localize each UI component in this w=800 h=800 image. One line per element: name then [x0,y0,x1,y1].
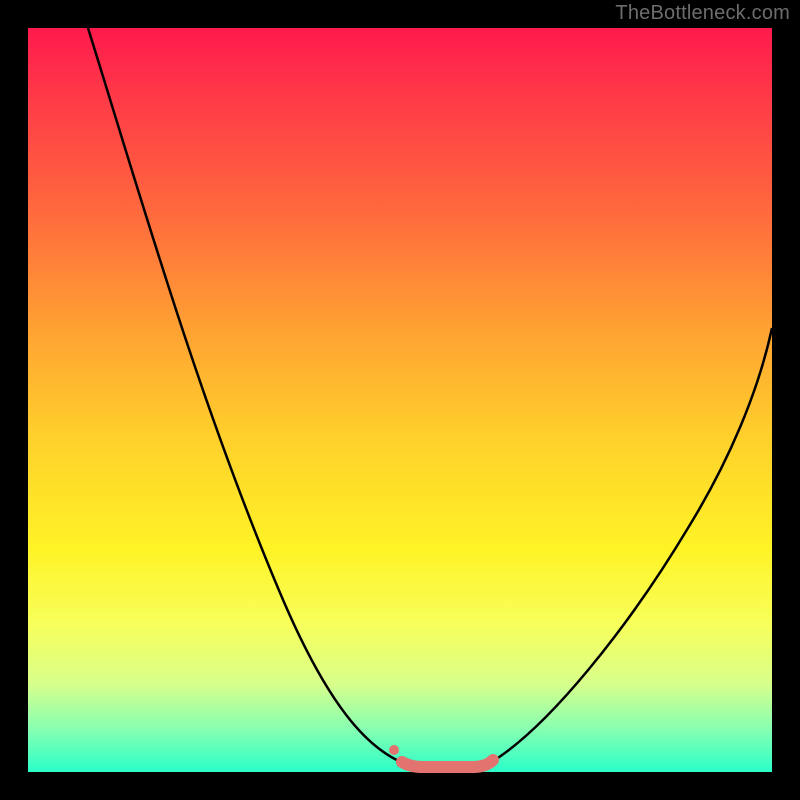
marker-small-dot [389,745,399,755]
bottom-segment [402,760,493,767]
chart-plot-area [28,28,772,772]
left-curve [88,28,403,763]
chart-frame: TheBottleneck.com [0,0,800,800]
right-curve [490,328,772,763]
chart-svg [28,28,772,772]
watermark-text: TheBottleneck.com [615,2,790,25]
